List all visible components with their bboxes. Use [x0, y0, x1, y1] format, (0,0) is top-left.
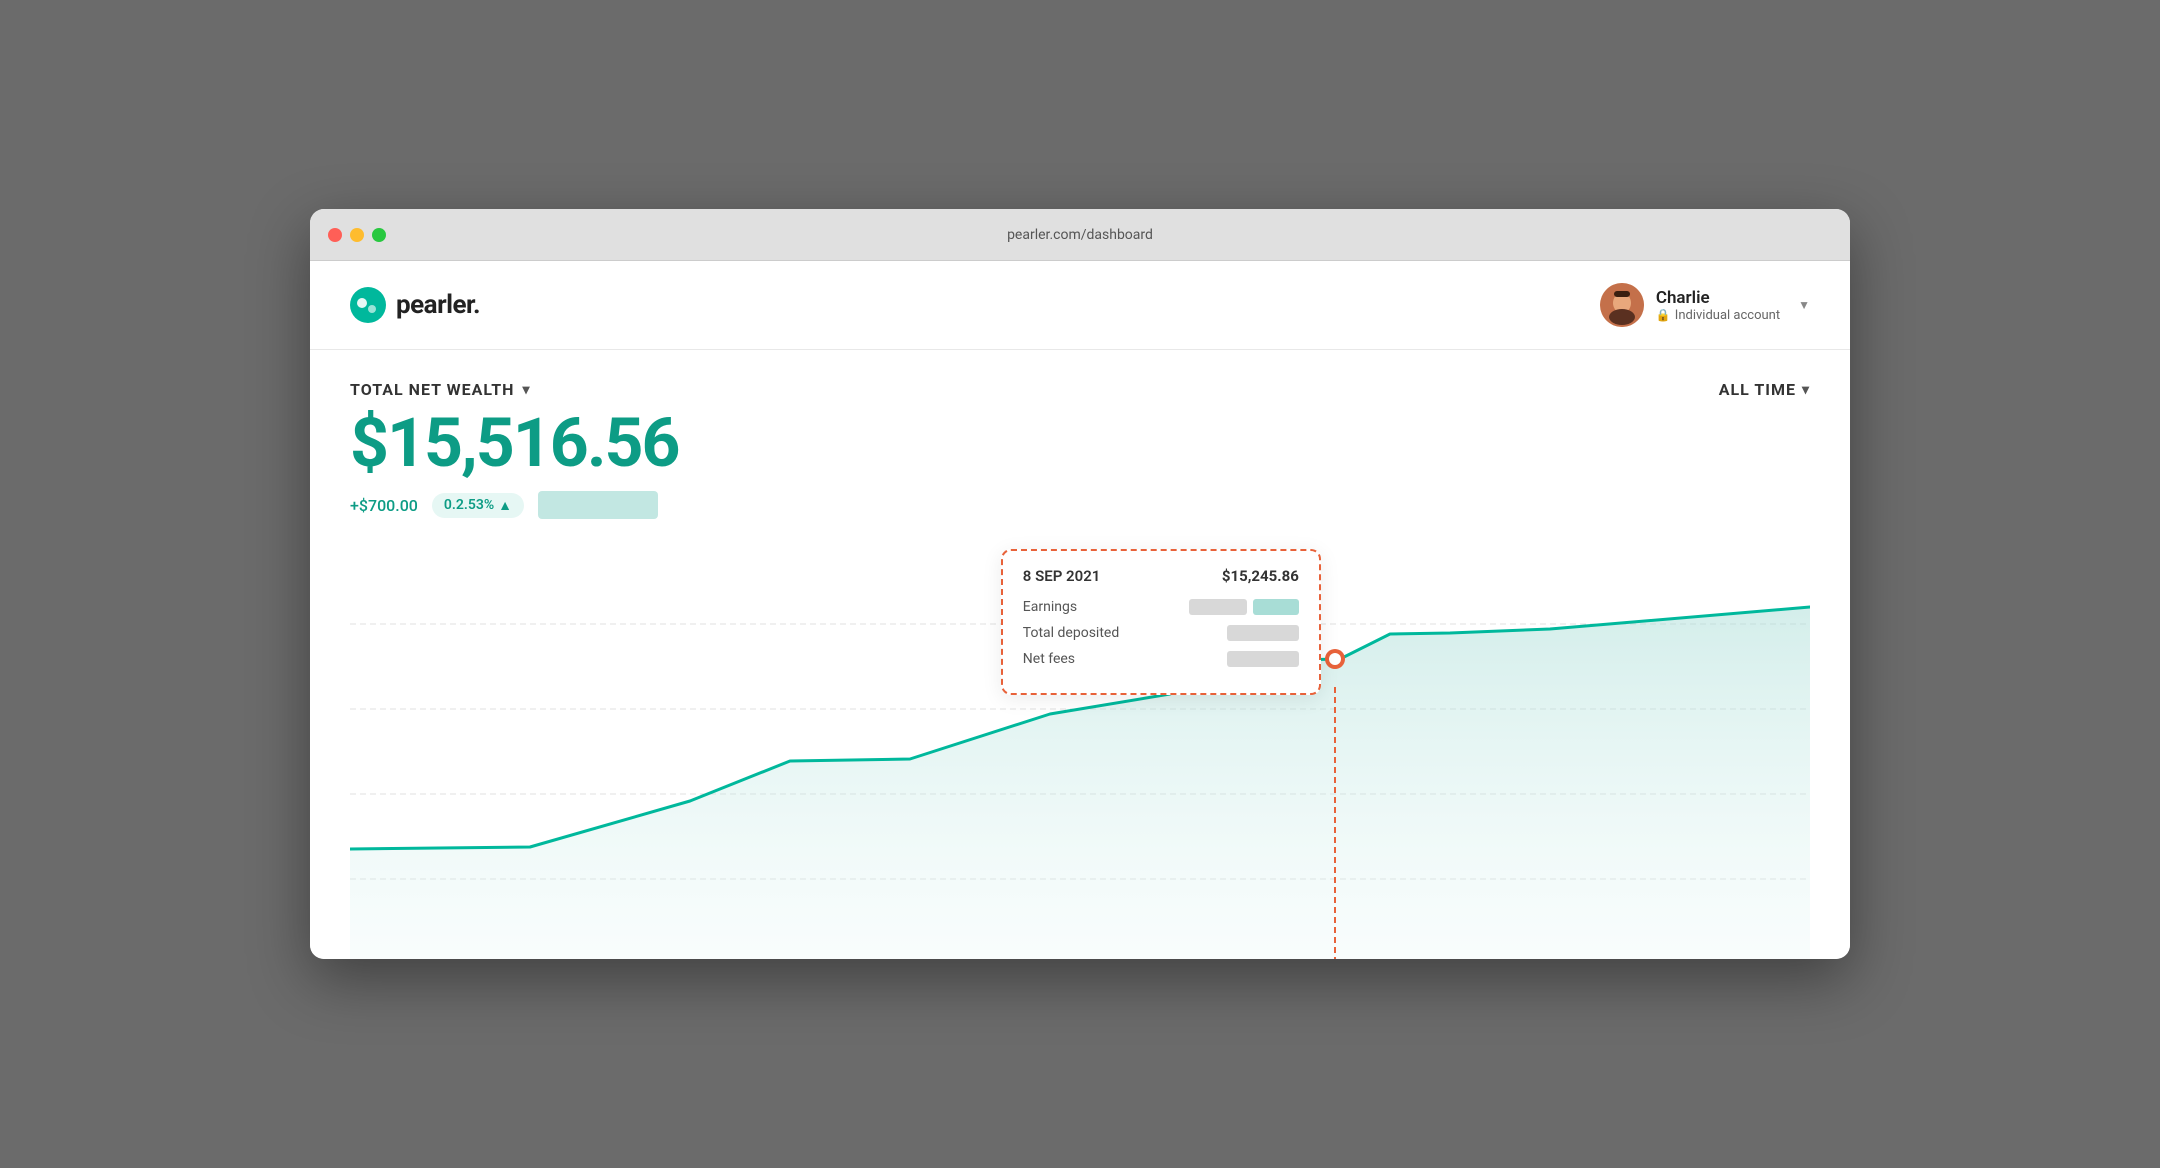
logo-text: pearler. [396, 290, 480, 320]
logo-area: pearler. [350, 287, 480, 323]
minimize-button[interactable] [350, 228, 364, 242]
tooltip-label-fees: Net fees [1023, 651, 1227, 667]
wealth-change-row: +$700.00 0.2.53% ▲ [350, 491, 1810, 519]
tooltip-row-fees: Net fees [1023, 651, 1299, 667]
app-content: pearler. Charlie 🔒 Individu [310, 261, 1850, 959]
wealth-chevron-icon: ▾ [522, 382, 530, 398]
fees-bar-gray [1227, 651, 1299, 667]
user-name: Charlie [1656, 288, 1710, 308]
tooltip-value: $15,245.86 [1222, 567, 1299, 585]
user-menu[interactable]: Charlie 🔒 Individual account ▼ [1600, 283, 1810, 327]
tooltip-row-earnings: Earnings [1023, 599, 1299, 615]
window-controls [328, 228, 386, 242]
user-account-type: 🔒 Individual account [1656, 308, 1780, 323]
chart-active-point-inner [1329, 653, 1341, 665]
tooltip-bars-deposited [1227, 625, 1299, 641]
up-arrow-icon: ▲ [498, 497, 512, 514]
deposited-bar-gray [1227, 625, 1299, 641]
tooltip-bars-earnings [1189, 599, 1299, 615]
tooltip-label-earnings: Earnings [1023, 599, 1189, 615]
change-bar-indicator [538, 491, 658, 519]
pearler-logo-icon [350, 287, 386, 323]
user-avatar [1600, 283, 1644, 327]
user-info: Charlie 🔒 Individual account [1656, 288, 1780, 323]
earnings-bar-gray [1189, 599, 1247, 615]
wealth-value: $15,516.56 [350, 409, 1810, 477]
lock-icon: 🔒 [1656, 308, 1671, 322]
total-net-wealth-text: TOTAL NET WEALTH [350, 380, 514, 399]
maximize-button[interactable] [372, 228, 386, 242]
app-window: pearler.com/dashboard pearler. [310, 209, 1850, 959]
dashboard-main: TOTAL NET WEALTH ▾ ALL TIME ▾ $15,516.56… [310, 350, 1850, 959]
chart-header: TOTAL NET WEALTH ▾ ALL TIME ▾ [350, 380, 1810, 399]
time-chevron-icon: ▾ [1802, 382, 1810, 398]
chart-container: 8 SEP 2021 $15,245.86 Earnings Total dep… [350, 539, 1810, 959]
change-percentage: 0.2.53% ▲ [432, 493, 524, 518]
close-button[interactable] [328, 228, 342, 242]
titlebar: pearler.com/dashboard [310, 209, 1850, 261]
avatar-image [1600, 283, 1644, 327]
tooltip-date: 8 SEP 2021 [1023, 567, 1101, 585]
earnings-bar-teal [1253, 599, 1299, 615]
header: pearler. Charlie 🔒 Individu [310, 261, 1850, 350]
tooltip-label-deposited: Total deposited [1023, 625, 1227, 641]
tooltip-header: 8 SEP 2021 $15,245.86 [1023, 567, 1299, 585]
user-dropdown-arrow[interactable]: ▼ [1798, 298, 1810, 312]
total-net-wealth-selector[interactable]: TOTAL NET WEALTH ▾ [350, 380, 530, 399]
tooltip-bars-fees [1227, 651, 1299, 667]
url-bar: pearler.com/dashboard [1007, 227, 1153, 243]
all-time-text: ALL TIME [1719, 380, 1796, 399]
time-range-selector[interactable]: ALL TIME ▾ [1719, 380, 1810, 399]
tooltip-row-deposited: Total deposited [1023, 625, 1299, 641]
change-amount: +$700.00 [350, 496, 418, 515]
chart-tooltip: 8 SEP 2021 $15,245.86 Earnings Total dep… [1001, 549, 1321, 695]
